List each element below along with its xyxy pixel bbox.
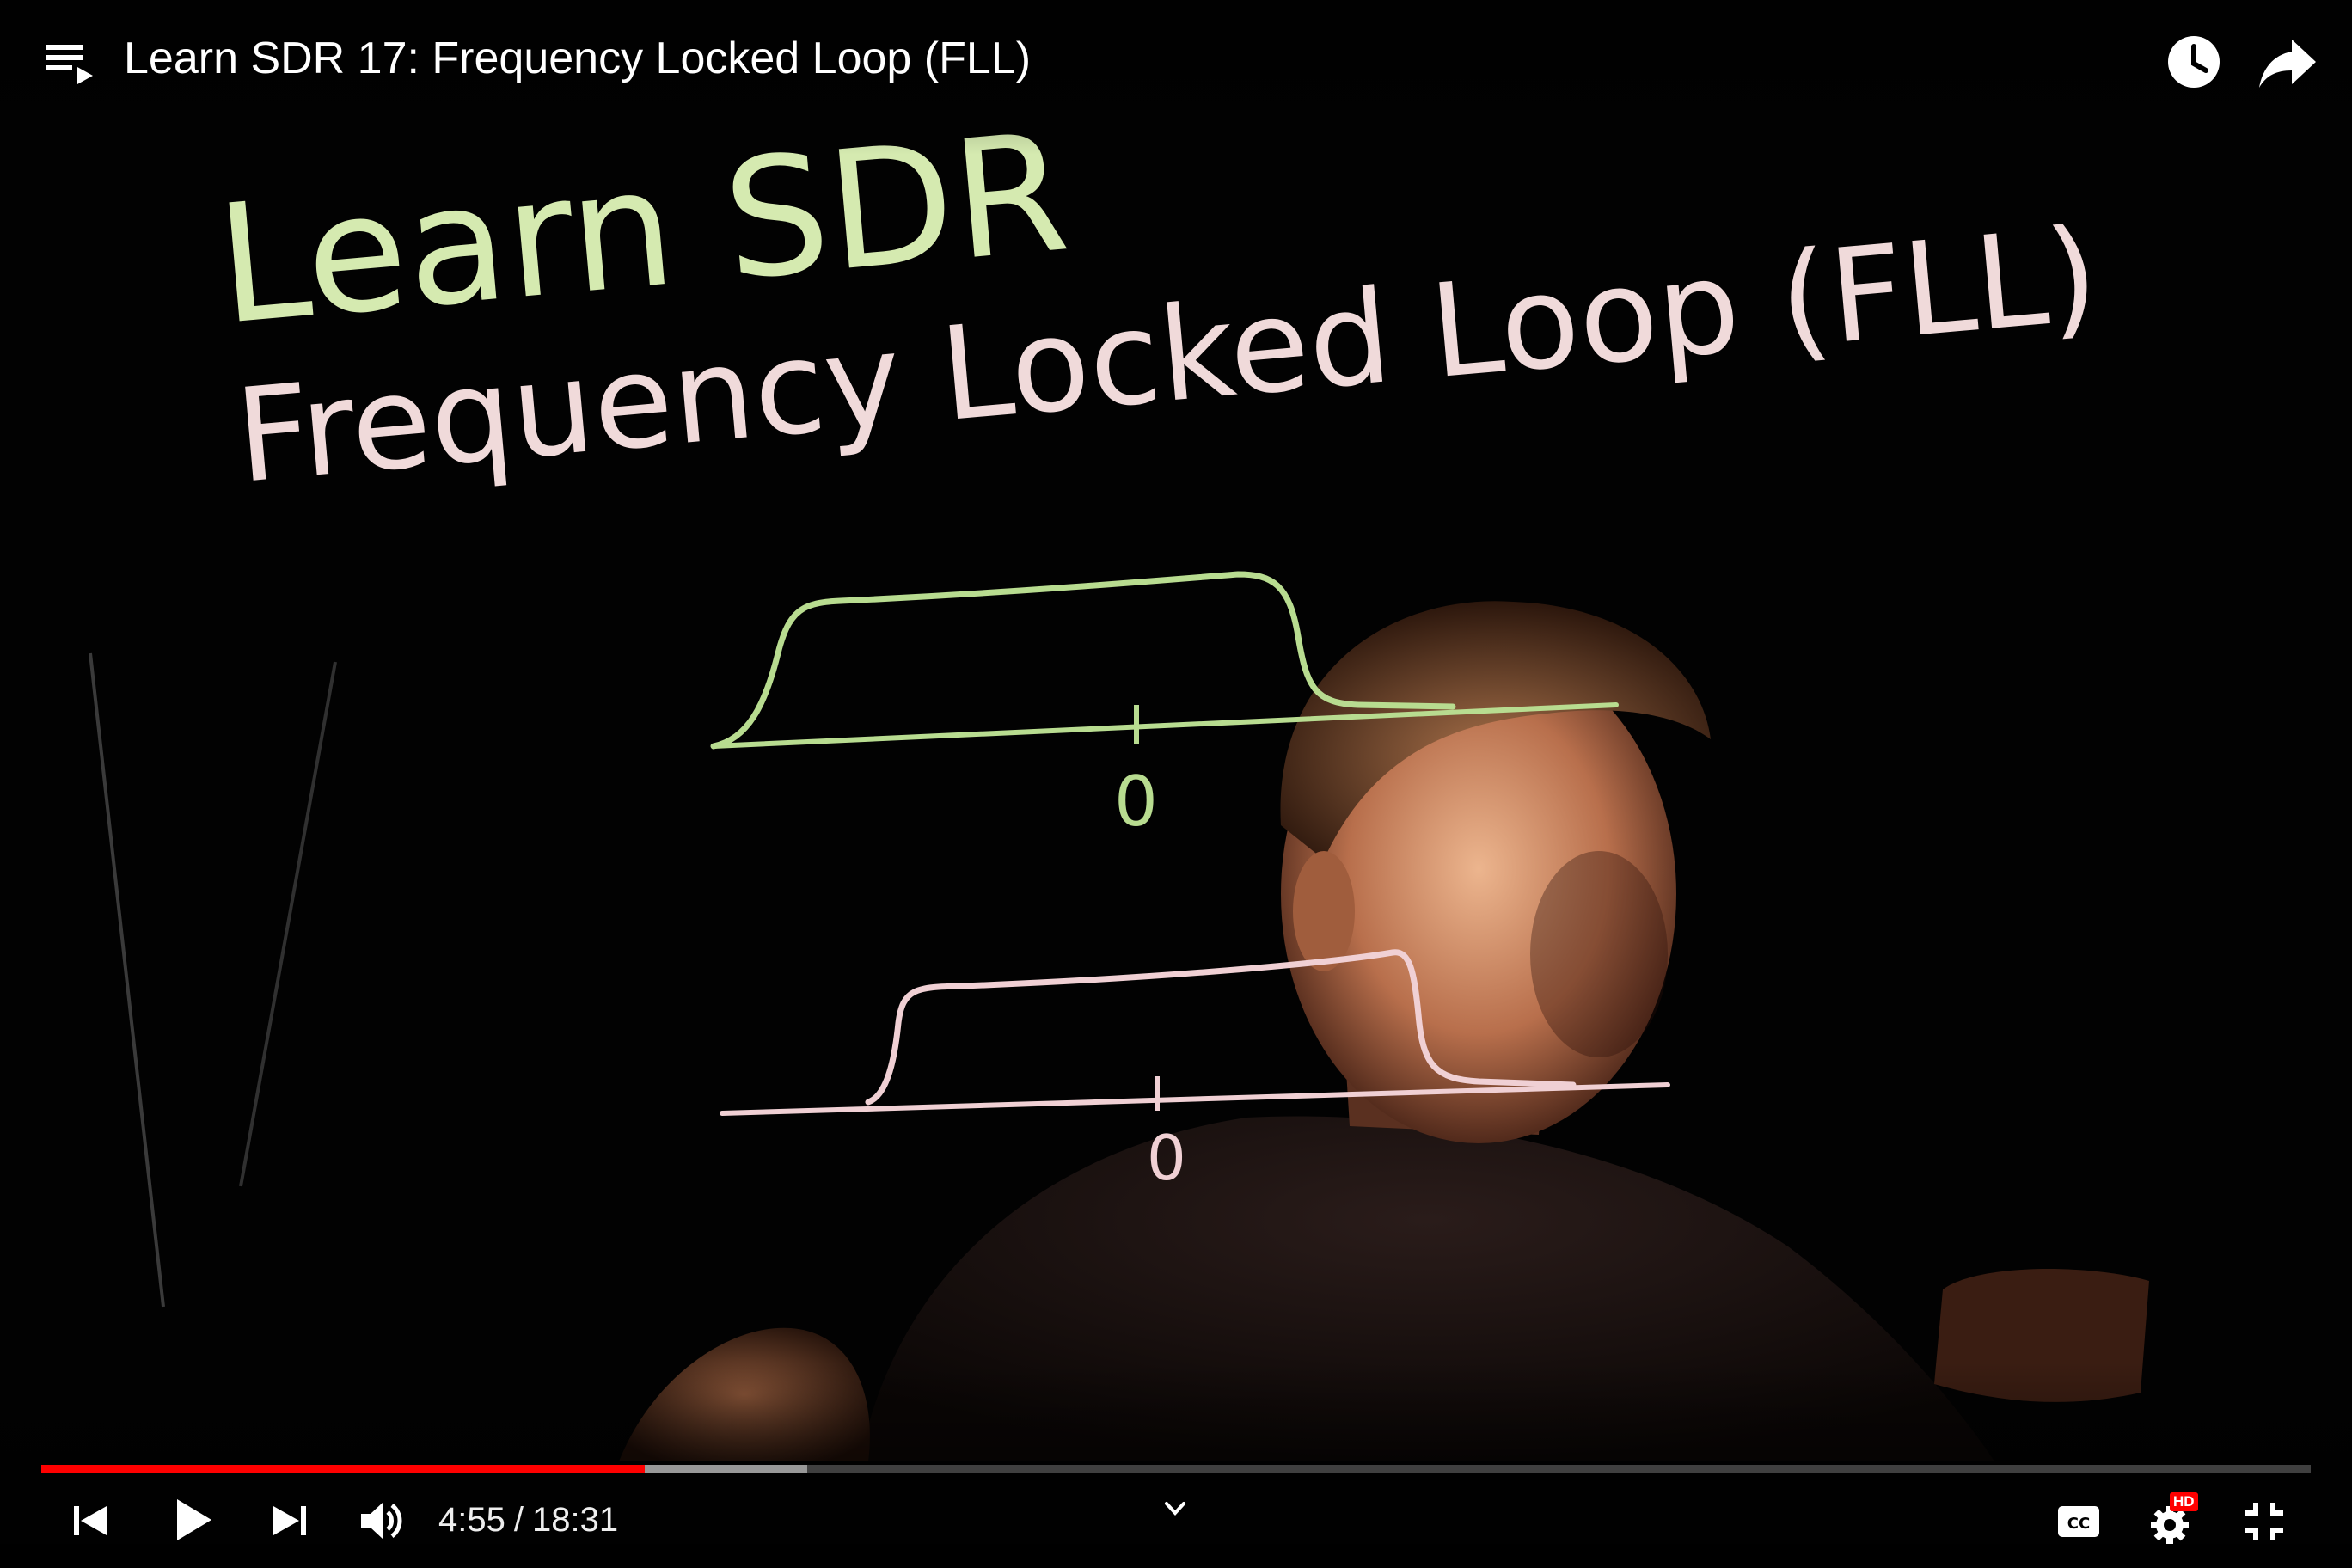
presenter-face-shadow: [1530, 851, 1668, 1057]
captions-button[interactable]: CC: [2056, 1504, 2101, 1539]
progress-bar[interactable]: [41, 1465, 2311, 1473]
progress-played: [41, 1465, 646, 1473]
play-button[interactable]: [168, 1496, 217, 1544]
volume-icon: [361, 1503, 402, 1539]
watch-later-button[interactable]: [2165, 33, 2223, 91]
axis-label-top: 0: [1114, 762, 1158, 842]
play-icon: [177, 1499, 211, 1540]
skip-previous-icon: [74, 1506, 107, 1535]
exit-fullscreen-button[interactable]: [2242, 1499, 2287, 1544]
settings-button[interactable]: HD: [2149, 1492, 2198, 1546]
playlist-button[interactable]: [45, 38, 95, 88]
captions-icon: CC: [2058, 1506, 2099, 1537]
top-bar: Learn SDR 17: Frequency Locked Loop (FLL…: [0, 0, 2352, 120]
axis-label-bottom: 0: [1147, 1122, 1186, 1194]
time-display: 4:55/18:31: [438, 1501, 618, 1540]
previous-button[interactable]: [69, 1499, 112, 1542]
hd-badge: HD: [2170, 1492, 2198, 1511]
playlist-icon: [46, 45, 93, 84]
share-arrow-icon: [2259, 40, 2316, 88]
clock-icon: [2168, 36, 2220, 88]
chevron-down-icon: [1165, 1502, 1185, 1516]
exit-fullscreen-icon: [2245, 1503, 2283, 1540]
video-title[interactable]: Learn SDR 17: Frequency Locked Loop (FLL…: [124, 33, 1031, 84]
volume-button[interactable]: [359, 1499, 406, 1542]
svg-text:CC: CC: [2067, 1515, 2090, 1533]
duration: 18:31: [531, 1501, 619, 1539]
more-videos-button[interactable]: [1162, 1496, 1188, 1522]
share-button[interactable]: [2257, 34, 2318, 91]
current-time: 4:55: [438, 1501, 505, 1539]
next-button[interactable]: [268, 1499, 311, 1542]
control-bar: 4:55/18:31 CC HD: [0, 1487, 2352, 1568]
video-frame[interactable]: Learn SDR Frequency Locked Loop (FLL) 0 …: [0, 0, 2352, 1568]
time-separator: /: [513, 1501, 524, 1539]
skip-next-icon: [273, 1506, 306, 1535]
presenter-ear: [1293, 851, 1355, 971]
video-player[interactable]: Learn SDR Frequency Locked Loop (FLL) 0 …: [0, 0, 2352, 1568]
